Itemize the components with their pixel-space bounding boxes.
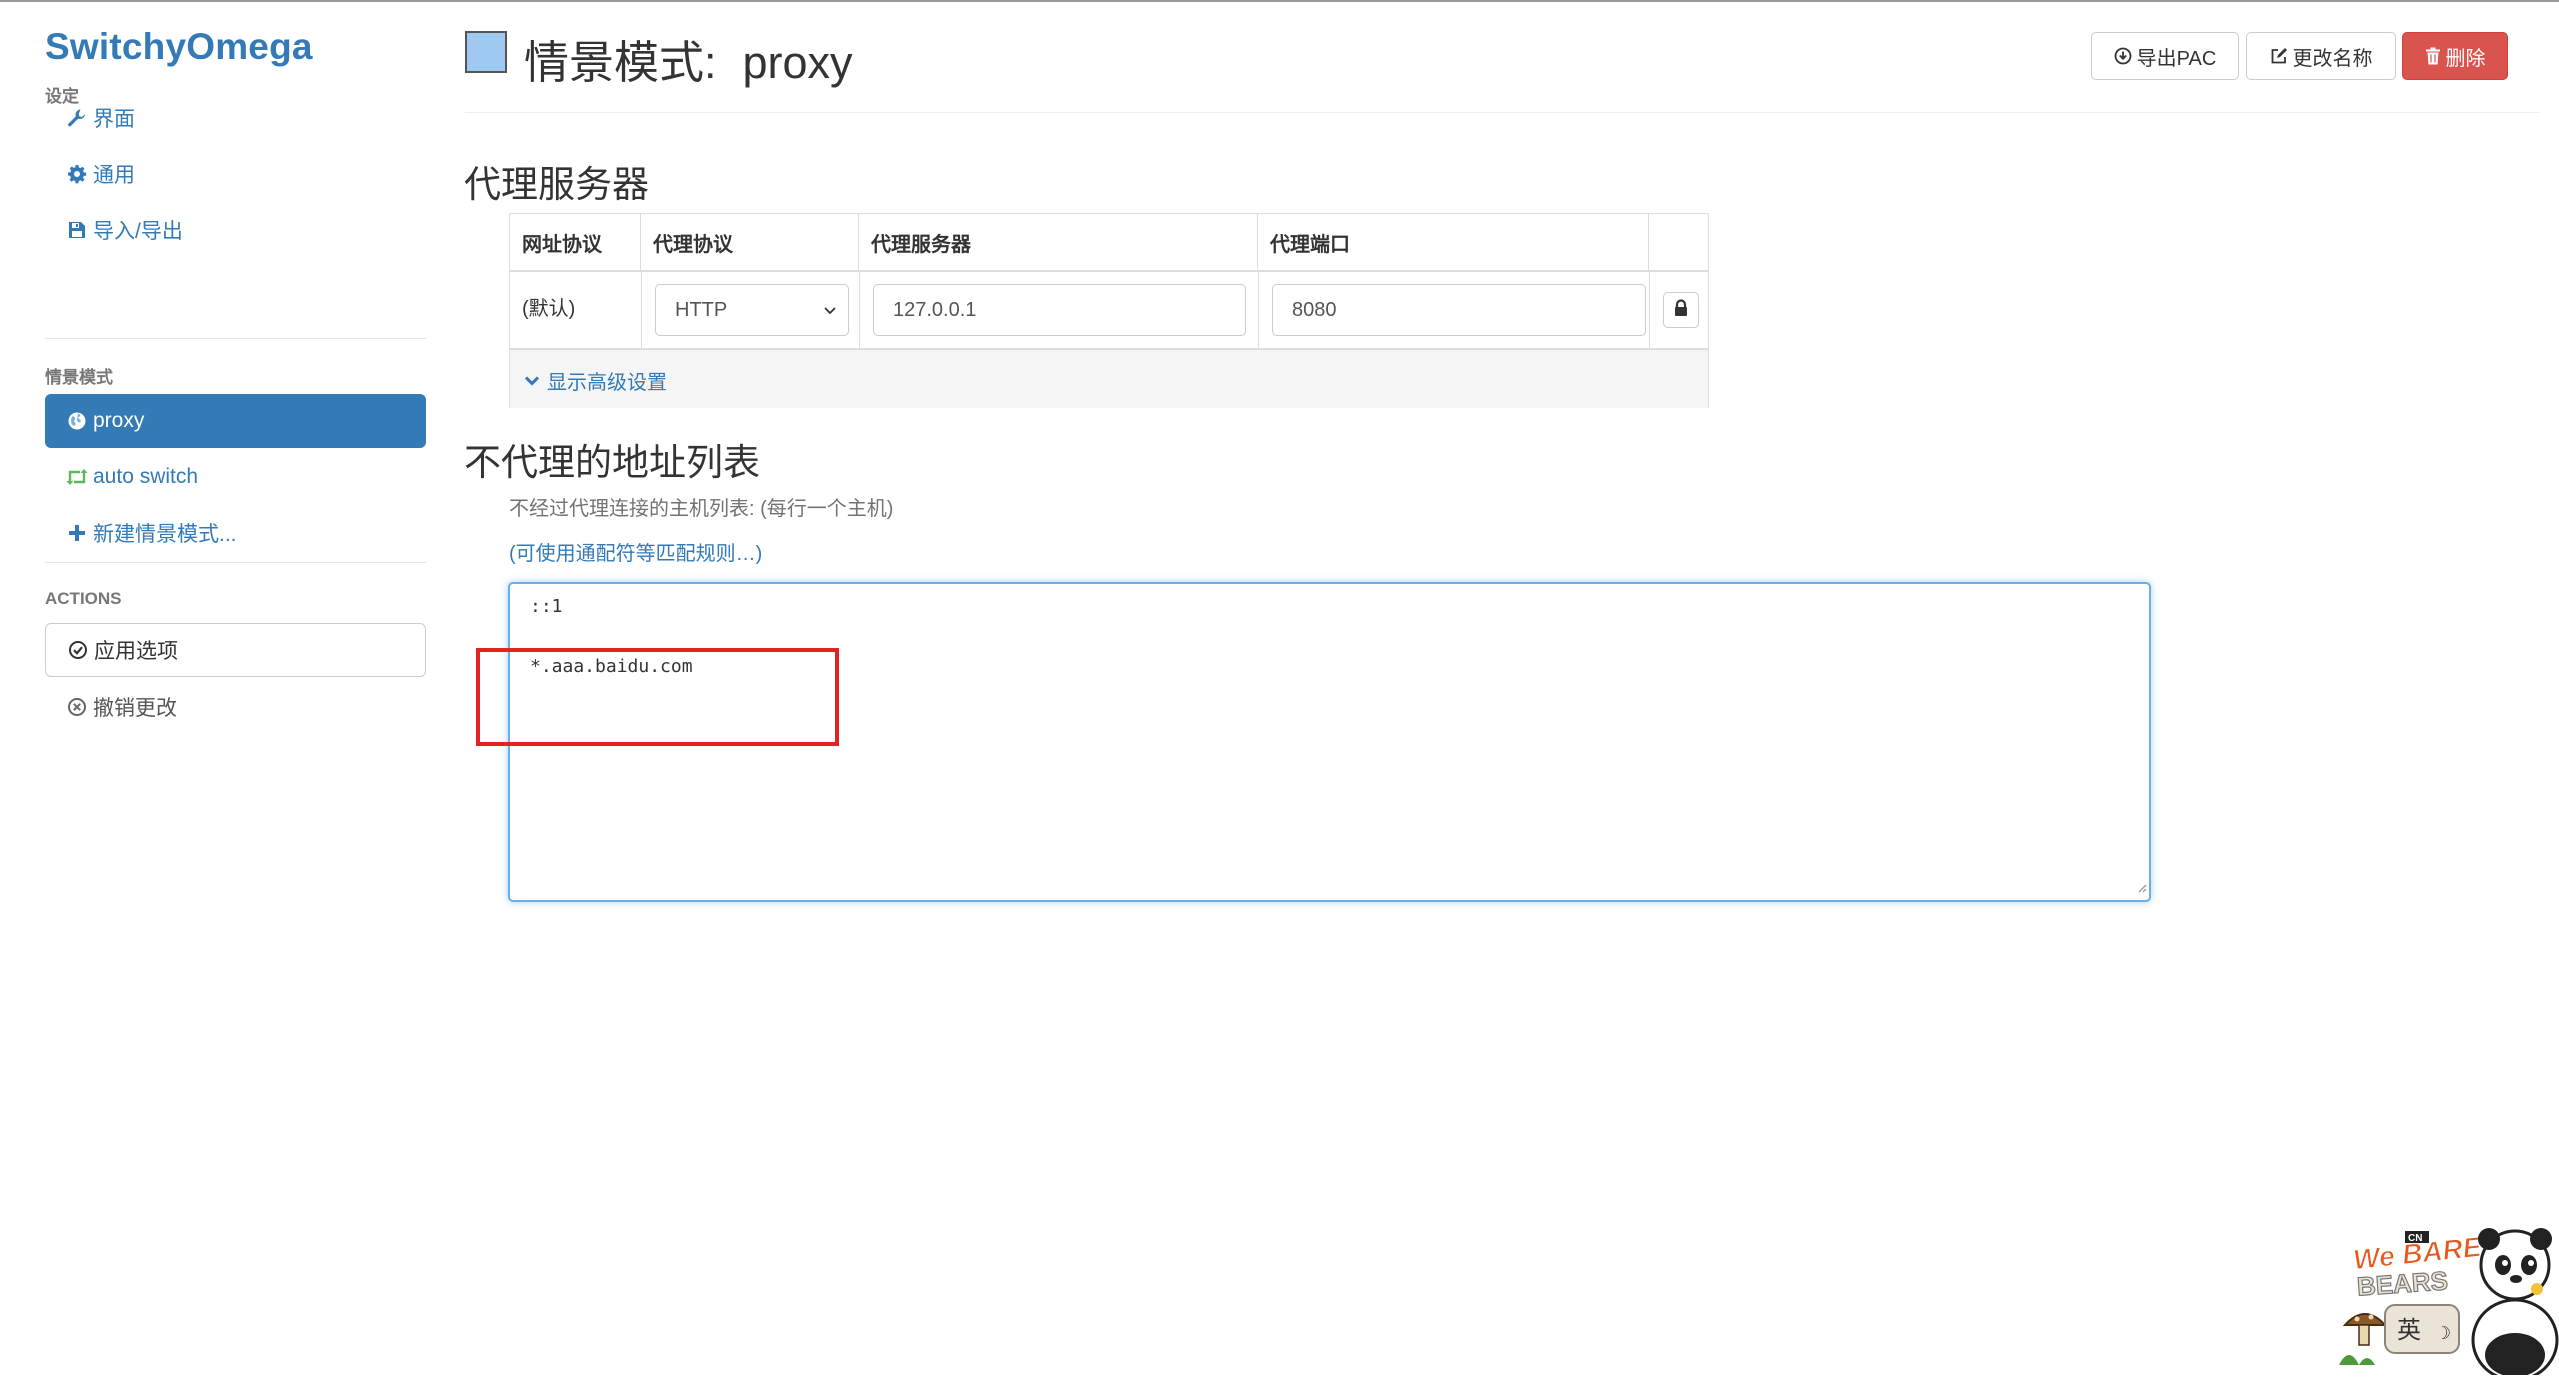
trash-icon: [2425, 47, 2441, 65]
proxy-server-value: 127.0.0.1: [893, 298, 977, 321]
sidebar-item-label: 导入/导出: [93, 220, 183, 243]
globe-icon: [66, 410, 88, 432]
app-brand[interactable]: SwitchyOmega: [45, 26, 313, 68]
page-title-prefix: 情景模式:: [524, 37, 717, 88]
proxy-server-table: 网址协议 代理协议 代理服务器 代理端口 (默认) HTTP 127.0.0.1…: [509, 213, 1709, 408]
export-pac-label: 导出PAC: [2136, 47, 2217, 70]
svg-text:CN: CN: [2408, 1233, 2422, 1244]
page-title-profile-name: proxy: [742, 37, 853, 88]
proxy-port-input[interactable]: 8080: [1272, 284, 1646, 336]
column-header-port: 代理端口: [1258, 214, 1649, 270]
sidebar-item-label: 新建情景模式...: [93, 523, 237, 546]
column-divider: [859, 270, 860, 348]
sidebar-item-label: 通用: [93, 164, 135, 187]
bypass-line: ::1: [530, 596, 563, 617]
remove-circle-icon: [66, 696, 88, 718]
auth-lock-button[interactable]: [1663, 292, 1699, 328]
column-divider: [1258, 270, 1259, 348]
show-advanced-label: 显示高级设置: [547, 372, 667, 394]
download-circle-icon: [2114, 47, 2132, 65]
window-top-border: [0, 0, 2559, 2]
delete-profile-button[interactable]: 删除: [2402, 32, 2508, 80]
export-pac-button[interactable]: 导出PAC: [2091, 32, 2239, 80]
chevron-down-icon: [822, 301, 838, 324]
apply-options-button[interactable]: 应用选项: [45, 623, 426, 677]
ime-mascot-widget[interactable]: We BARE BEARS CN 英 ☽: [2335, 1205, 2559, 1380]
rename-profile-label: 更改名称: [2292, 47, 2373, 70]
discard-changes-button[interactable]: 撤销更改: [45, 680, 426, 734]
column-header-server: 代理服务器: [859, 214, 1258, 270]
profile-color-swatch[interactable]: [465, 31, 507, 73]
header-divider: [465, 112, 2540, 113]
retweet-icon: [66, 466, 88, 488]
table-header-rule: [510, 270, 1708, 272]
column-header-actions: [1649, 214, 1709, 270]
chevron-down-icon: [524, 374, 540, 388]
gear-icon: [66, 163, 88, 185]
ime-language-label: 英: [2397, 1316, 2421, 1344]
check-circle-icon: [67, 639, 89, 661]
sidebar-item-label: 界面: [93, 108, 135, 131]
profiles-header: 情景模式: [45, 368, 113, 387]
sidebar-item-general[interactable]: 通用: [45, 147, 426, 201]
proxy-servers-title: 代理服务器: [464, 164, 649, 205]
show-advanced-link[interactable]: 显示高级设置: [524, 366, 667, 395]
proxy-server-input[interactable]: 127.0.0.1: [873, 284, 1246, 336]
resize-grip-icon[interactable]: [2135, 880, 2147, 898]
sidebar-item-proxy[interactable]: proxy: [45, 394, 426, 448]
new-profile-link[interactable]: 新建情景模式...: [45, 506, 426, 560]
rename-profile-button[interactable]: 更改名称: [2246, 32, 2396, 80]
sidebar-item-label: proxy: [93, 409, 145, 432]
lock-icon: [1673, 298, 1689, 322]
advanced-settings-row: 显示高级设置: [510, 350, 1708, 408]
sidebar-divider: [45, 338, 426, 339]
discard-changes-label: 撤销更改: [93, 697, 177, 720]
save-icon: [66, 219, 88, 241]
proxy-protocol-select[interactable]: HTTP: [655, 284, 849, 336]
sidebar-item-auto-switch[interactable]: auto switch: [45, 450, 426, 504]
sidebar-item-import-export[interactable]: 导入/导出: [45, 203, 426, 257]
bypass-list-title: 不代理的地址列表: [464, 442, 760, 483]
proxy-port-value: 8080: [1292, 298, 1337, 321]
page-title: 情景模式: proxy: [524, 26, 853, 91]
sidebar-divider: [45, 562, 426, 563]
plus-icon: [66, 522, 88, 544]
sidebar-item-interface[interactable]: 界面: [45, 91, 426, 145]
bypass-help-text: 不经过代理连接的主机列表: (每行一个主机): [509, 498, 894, 520]
column-header-scheme: 网址协议: [510, 214, 641, 270]
proxy-protocol-value: HTTP: [675, 298, 728, 321]
annotation-highlight-box: [476, 648, 839, 746]
wildcard-rules-link[interactable]: (可使用通配符等匹配规则…): [509, 537, 762, 566]
scheme-cell: (默认): [522, 298, 576, 320]
apply-options-label: 应用选项: [94, 640, 178, 663]
svg-text:☽: ☽: [2435, 1323, 2451, 1344]
wrench-icon: [66, 107, 88, 129]
sidebar-item-label: auto switch: [93, 465, 199, 488]
edit-icon: [2270, 47, 2288, 65]
actions-header: ACTIONS: [45, 589, 122, 608]
delete-profile-label: 删除: [2445, 47, 2486, 70]
column-divider: [1649, 270, 1650, 348]
column-header-protocol: 代理协议: [641, 214, 859, 270]
svg-text:BEARS: BEARS: [2356, 1265, 2449, 1301]
column-divider: [641, 270, 642, 348]
